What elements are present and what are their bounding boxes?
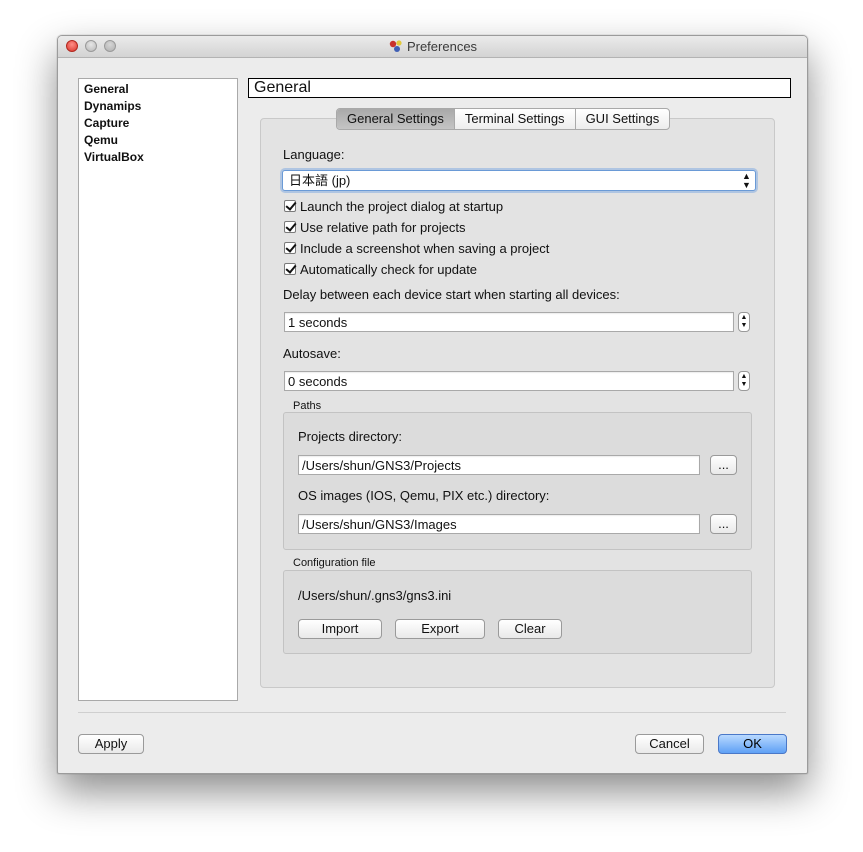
relative-path-label: Use relative path for projects <box>300 219 466 235</box>
window-title-container: Preferences <box>58 39 807 54</box>
footer-divider <box>78 712 786 713</box>
delay-label: Delay between each device start when sta… <box>283 287 620 302</box>
settings-tab-bar: General Settings Terminal Settings GUI S… <box>336 108 671 130</box>
preferences-sidebar: General Dynamips Capture Qemu VirtualBox <box>78 78 238 701</box>
autosave-label: Autosave: <box>283 346 341 361</box>
delay-input[interactable]: 1 seconds <box>284 312 734 332</box>
autosave-stepper[interactable]: ▲ ▼ <box>738 371 750 391</box>
language-select-value: 日本語 (jp) <box>289 173 351 188</box>
include-screenshot-label: Include a screenshot when saving a proje… <box>300 240 550 256</box>
check-update-label: Automatically check for update <box>300 261 478 277</box>
launch-dialog-checkbox[interactable]: Launch the project dialog at startup <box>284 198 503 214</box>
page-title: General <box>248 78 791 98</box>
config-group <box>283 570 752 654</box>
checkmark-icon <box>284 242 296 254</box>
checkmark-icon <box>284 221 296 233</box>
config-group-title: Configuration file <box>293 557 376 569</box>
relative-path-checkbox[interactable]: Use relative path for projects <box>284 219 465 235</box>
gns3-app-icon <box>389 40 402 52</box>
cancel-button[interactable]: Cancel <box>635 734 704 754</box>
os-images-directory-label: OS images (IOS, Qemu, PIX etc.) director… <box>298 488 550 503</box>
sidebar-item-virtualbox[interactable]: VirtualBox <box>79 149 237 166</box>
title-bar[interactable]: Preferences <box>58 36 807 58</box>
browse-projects-button[interactable]: ... <box>710 455 737 475</box>
delay-stepper[interactable]: ▲ ▼ <box>738 312 750 332</box>
config-file-path: /Users/shun/.gns3/gns3.ini <box>298 588 452 603</box>
apply-button[interactable]: Apply <box>78 734 144 754</box>
tab-terminal-settings[interactable]: Terminal Settings <box>455 109 576 129</box>
include-screenshot-checkbox[interactable]: Include a screenshot when saving a proje… <box>284 240 549 256</box>
sidebar-item-general[interactable]: General <box>79 81 237 98</box>
export-button[interactable]: Export <box>395 619 485 639</box>
tab-gui-settings[interactable]: GUI Settings <box>576 109 670 129</box>
language-select[interactable]: 日本語 (jp) ▲ ▼ <box>282 170 756 191</box>
checkmark-icon <box>284 200 296 212</box>
browse-images-button[interactable]: ... <box>710 514 737 534</box>
check-update-checkbox[interactable]: Automatically check for update <box>284 261 477 277</box>
updown-arrows-icon: ▲ ▼ <box>742 171 751 190</box>
sidebar-item-qemu[interactable]: Qemu <box>79 132 237 149</box>
paths-group-title: Paths <box>293 400 322 412</box>
sidebar-item-capture[interactable]: Capture <box>79 115 237 132</box>
sidebar-item-dynamips[interactable]: Dynamips <box>79 98 237 115</box>
launch-dialog-label: Launch the project dialog at startup <box>300 198 504 214</box>
os-images-directory-input[interactable]: /Users/shun/GNS3/Images <box>298 514 700 534</box>
clear-button[interactable]: Clear <box>498 619 562 639</box>
projects-directory-input[interactable]: /Users/shun/GNS3/Projects <box>298 455 700 475</box>
import-button[interactable]: Import <box>298 619 382 639</box>
window-title: Preferences <box>406 39 478 54</box>
language-label: Language: <box>283 147 345 162</box>
checkmark-icon <box>284 263 296 275</box>
autosave-input[interactable]: 0 seconds <box>284 371 734 391</box>
projects-directory-label: Projects directory: <box>298 429 403 444</box>
ok-button[interactable]: OK <box>718 734 787 754</box>
preferences-window: Preferences General Dynamips Capture Qem… <box>57 35 808 774</box>
tab-general-settings[interactable]: General Settings <box>337 109 455 129</box>
